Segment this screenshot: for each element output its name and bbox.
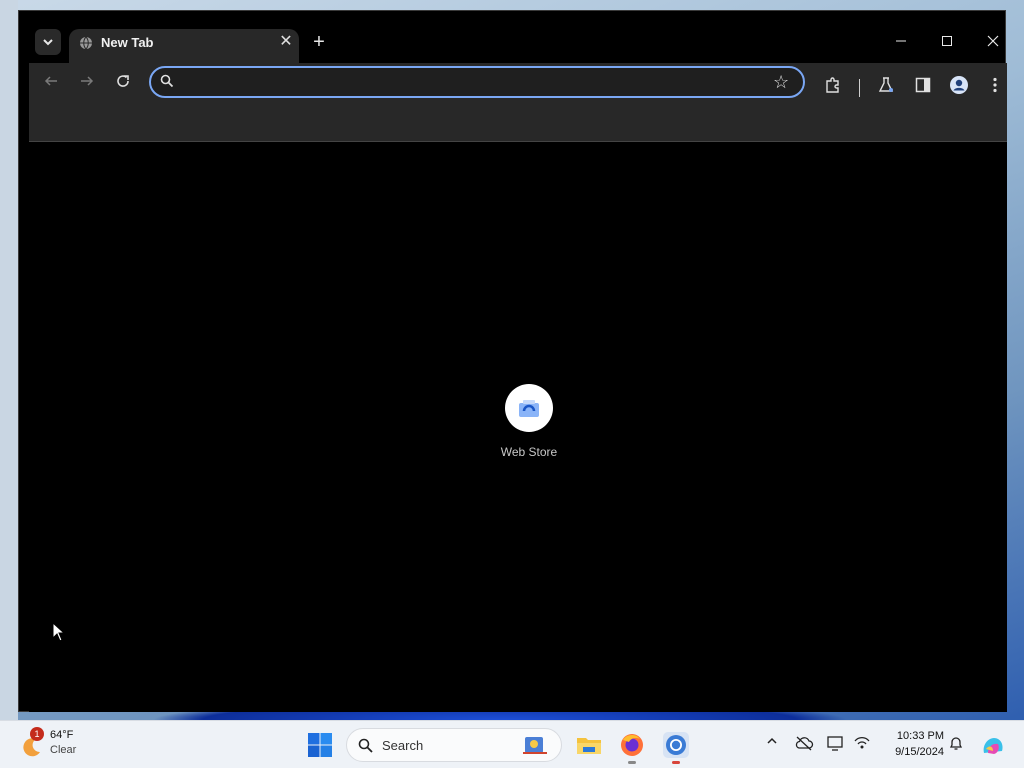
labs-button[interactable] <box>874 73 898 97</box>
firefox-icon <box>621 734 643 756</box>
new-tab-button[interactable]: + <box>307 31 331 55</box>
copilot-icon <box>983 738 1003 754</box>
search-icon <box>160 74 174 88</box>
shortcut-web-store[interactable]: Web Store <box>489 384 569 459</box>
bookmarks-bar <box>29 101 1007 142</box>
back-button[interactable] <box>39 73 63 97</box>
toolbar-separator <box>859 79 860 97</box>
flask-icon <box>878 77 894 92</box>
notifications-button[interactable] <box>946 735 966 755</box>
search-highlight-icon <box>523 737 547 754</box>
address-input[interactable] <box>181 72 765 94</box>
weather-temperature: 64°F <box>50 729 74 741</box>
onedrive-button[interactable] <box>794 735 814 755</box>
tab-search-button[interactable] <box>35 29 61 55</box>
windows-logo-icon <box>308 733 332 757</box>
reload-button[interactable] <box>111 73 135 97</box>
clock-date: 9/15/2024 <box>895 746 944 758</box>
puzzle-icon <box>826 77 839 93</box>
maximize-button[interactable] <box>927 31 967 55</box>
bell-icon <box>949 737 963 750</box>
shortcut-label: Web Store <box>500 445 558 459</box>
start-button[interactable] <box>306 731 334 759</box>
star-icon[interactable]: ☆ <box>773 72 789 93</box>
chrome-icon <box>663 732 689 758</box>
desktop-icons-strip <box>0 0 18 720</box>
network-button[interactable] <box>852 735 872 755</box>
search-icon <box>358 738 373 753</box>
profile-button[interactable] <box>947 73 971 97</box>
weather-description: Clear <box>50 744 77 756</box>
tab-title: New Tab <box>101 35 154 50</box>
weather-alert-badge: 1 <box>30 727 44 741</box>
side-panel-button[interactable] <box>911 73 935 97</box>
chrome-running-indicator <box>672 761 680 764</box>
search-label: Search <box>382 738 424 753</box>
forward-button[interactable] <box>75 73 99 97</box>
minimize-button[interactable] <box>881 31 921 55</box>
minimize-icon <box>896 40 906 42</box>
arrow-left-icon <box>44 76 57 86</box>
extensions-button[interactable] <box>821 73 845 97</box>
globe-icon <box>80 36 92 50</box>
folder-icon <box>577 738 601 754</box>
weather-widget[interactable]: 1 64°F Clear <box>18 727 98 763</box>
web-store-icon <box>505 384 553 432</box>
close-icon <box>987 35 999 47</box>
chrome-button[interactable] <box>662 731 690 759</box>
copilot-button[interactable] <box>980 735 1006 755</box>
show-hidden-icons-button[interactable] <box>762 735 782 755</box>
omnibox[interactable]: ☆ <box>149 66 805 98</box>
menu-button[interactable] <box>983 73 1007 97</box>
arrow-right-icon <box>81 76 94 86</box>
cloud-offline-icon <box>795 736 814 751</box>
taskbar-search[interactable]: Search <box>346 728 562 762</box>
kebab-menu-icon <box>993 77 997 93</box>
browser-toolbar: ☆ <box>29 63 1007 101</box>
mouse-pointer-icon <box>52 622 66 642</box>
system-clock[interactable]: 10:33 PM 9/15/2024 <box>880 728 944 760</box>
chevron-up-icon <box>767 737 777 744</box>
display-button[interactable] <box>826 735 846 755</box>
chevron-down-icon <box>43 39 53 46</box>
firefox-running-indicator <box>628 761 636 764</box>
maximize-icon <box>942 36 952 46</box>
network-icon <box>854 737 870 749</box>
display-icon <box>827 736 843 751</box>
profile-icon <box>950 76 968 94</box>
new-tab-page: Web Store <box>29 142 1007 712</box>
close-icon[interactable]: ✕ <box>277 33 295 51</box>
plus-icon: + <box>313 31 325 53</box>
taskbar: 1 64°F Clear Search 10:33 PM 9/15/2024 <box>0 720 1024 768</box>
file-explorer-button[interactable] <box>575 731 603 759</box>
reload-icon <box>117 75 129 87</box>
firefox-button[interactable] <box>618 731 646 759</box>
side-panel-icon <box>915 77 931 93</box>
browser-window: New Tab ✕ + ☆ Web Store <box>18 10 1007 712</box>
clock-time: 10:33 PM <box>896 730 944 742</box>
window-close-button[interactable] <box>973 31 1013 55</box>
